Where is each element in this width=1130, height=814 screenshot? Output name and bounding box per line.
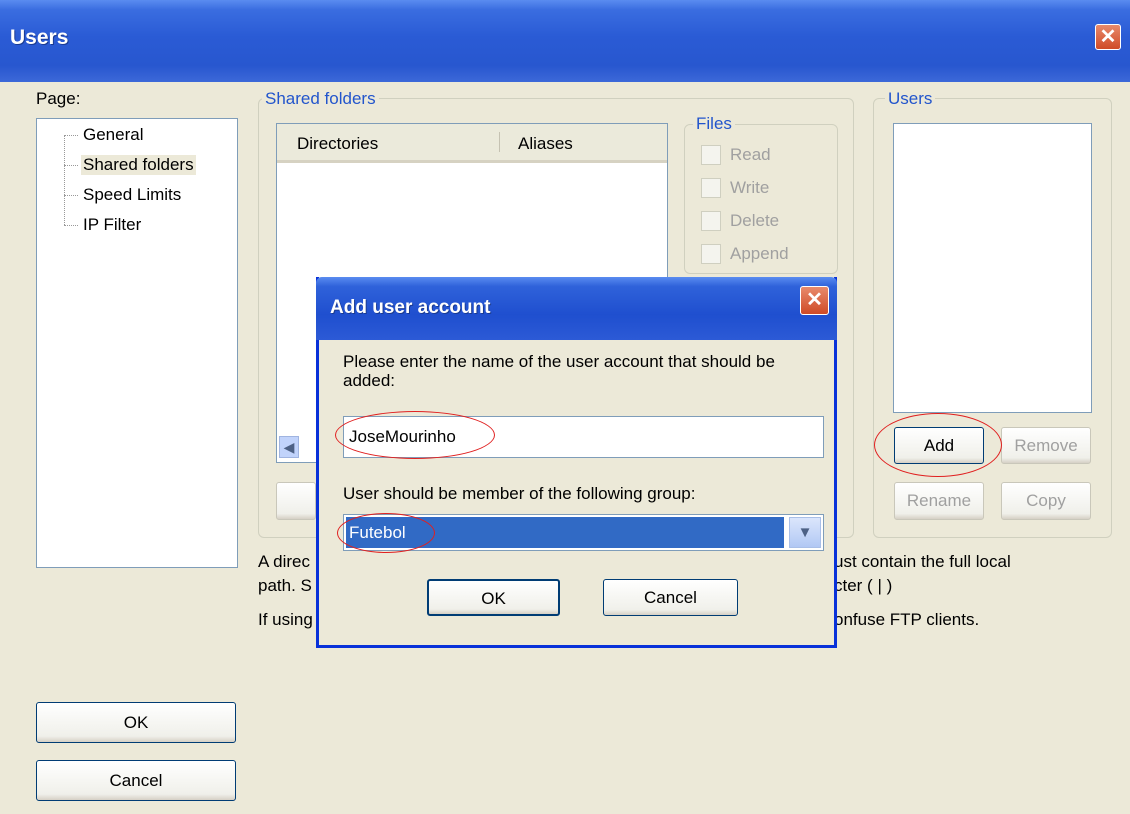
write-checkbox[interactable] bbox=[701, 178, 721, 198]
dialog-title: Add user account bbox=[330, 297, 491, 318]
files-title: Files bbox=[693, 114, 735, 134]
column-directories[interactable]: Directories bbox=[297, 134, 378, 154]
users-title: Users bbox=[885, 89, 936, 109]
ok-button[interactable]: OK bbox=[36, 702, 236, 743]
page-tree[interactable]: General Shared folders Speed Limits IP F… bbox=[36, 118, 238, 568]
add-folder-button-partial[interactable] bbox=[276, 482, 316, 520]
info-line2-left: path. S bbox=[258, 576, 312, 595]
append-label: Append bbox=[730, 244, 789, 263]
users-list[interactable] bbox=[893, 123, 1092, 413]
dialog-prompt: Please enter the name of the user accoun… bbox=[343, 352, 775, 390]
scroll-left-icon[interactable]: ◀ bbox=[279, 436, 299, 458]
tree-item-general[interactable]: General bbox=[83, 125, 143, 145]
annotation-circle-add bbox=[874, 413, 1002, 477]
info-line3-right: onfuse FTP clients. bbox=[834, 610, 980, 629]
cancel-button[interactable]: Cancel bbox=[36, 760, 236, 801]
group-label: User should be member of the following g… bbox=[343, 484, 696, 503]
page-label: Page: bbox=[36, 89, 81, 108]
tree-line bbox=[64, 135, 65, 225]
column-aliases[interactable]: Aliases bbox=[518, 134, 573, 154]
remove-user-button[interactable]: Remove bbox=[1001, 427, 1091, 464]
shared-folders-title: Shared folders bbox=[262, 89, 379, 109]
add-user-dialog: Add user account ✕ Please enter the name… bbox=[316, 277, 837, 648]
copy-user-button[interactable]: Copy bbox=[1001, 482, 1091, 520]
info-line2-right: cter ( | ) bbox=[834, 576, 893, 595]
tree-branch bbox=[64, 165, 78, 166]
column-divider bbox=[499, 132, 500, 152]
tree-item-ip-filter[interactable]: IP Filter bbox=[83, 215, 141, 235]
info-line1-left: A direc bbox=[258, 552, 310, 571]
window-title: Users bbox=[10, 26, 69, 49]
annotation-circle-username bbox=[335, 411, 495, 459]
users-window: Users ✕ Page: General Shared folders Spe… bbox=[0, 0, 1130, 814]
dialog-ok-button[interactable]: OK bbox=[427, 579, 560, 616]
append-checkbox[interactable] bbox=[701, 244, 721, 264]
info-line1-right: ust contain the full local bbox=[834, 552, 1011, 571]
dialog-title-bar: Add user account ✕ bbox=[316, 277, 837, 340]
delete-label: Delete bbox=[730, 211, 780, 230]
title-bar: Users bbox=[0, 0, 1130, 82]
tree-branch bbox=[64, 225, 78, 226]
annotation-circle-group bbox=[337, 513, 435, 553]
info-line3-left: If using bbox=[258, 610, 313, 629]
list-header: Directories Aliases bbox=[277, 124, 667, 163]
dialog-cancel-button[interactable]: Cancel bbox=[603, 579, 738, 616]
rename-user-button[interactable]: Rename bbox=[894, 482, 984, 520]
read-checkbox[interactable] bbox=[701, 145, 721, 165]
delete-checkbox[interactable] bbox=[701, 211, 721, 231]
dialog-close-icon[interactable]: ✕ bbox=[800, 286, 829, 315]
tree-branch bbox=[64, 195, 78, 196]
tree-item-shared-folders[interactable]: Shared folders bbox=[81, 155, 196, 175]
close-icon[interactable]: ✕ bbox=[1095, 24, 1121, 50]
tree-item-speed-limits[interactable]: Speed Limits bbox=[83, 185, 181, 205]
tree-branch bbox=[64, 135, 78, 136]
write-label: Write bbox=[730, 178, 770, 197]
read-label: Read bbox=[730, 145, 771, 164]
chevron-down-icon[interactable]: ▼ bbox=[789, 517, 821, 548]
